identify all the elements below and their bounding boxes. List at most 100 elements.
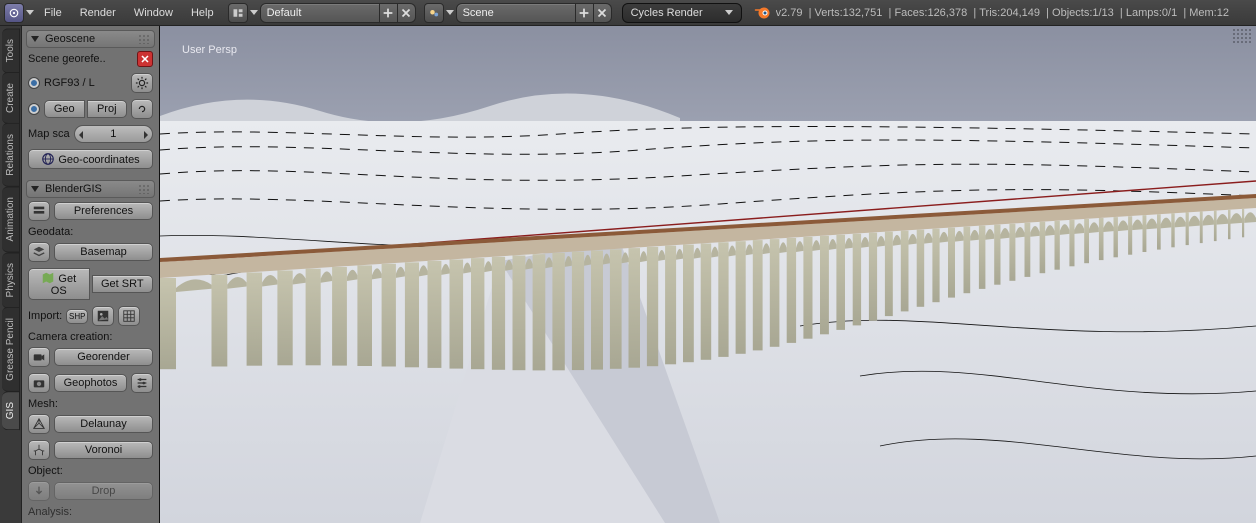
layout-delete-button[interactable] xyxy=(398,3,416,23)
viewport-3d[interactable]: User Persp xyxy=(160,26,1256,523)
editor-type-icon[interactable] xyxy=(4,3,24,23)
viewport-render xyxy=(160,26,1256,523)
geophotos-icon-button[interactable] xyxy=(28,373,50,393)
image-icon xyxy=(96,309,110,323)
crs-label: RGF93 / L xyxy=(44,77,127,89)
layout-field-group: Default xyxy=(260,3,416,23)
scene-browse-icon[interactable] xyxy=(424,3,444,23)
voronoi-button[interactable]: Voronoi xyxy=(54,441,153,459)
basemap-button[interactable]: Basemap xyxy=(54,243,153,261)
crs-settings-button[interactable] xyxy=(131,73,153,93)
section-title: Geoscene xyxy=(45,33,95,45)
section-header-blendergis[interactable]: BlenderGIS xyxy=(26,180,155,198)
sliders-icon xyxy=(135,376,149,390)
map-scale-value: 1 xyxy=(110,128,116,140)
geodata-label: Geodata: xyxy=(26,224,155,239)
viewport-label: User Persp xyxy=(182,44,237,56)
geocoordinates-button[interactable]: Geo-coordinates xyxy=(28,149,153,169)
voronoi-icon-button[interactable] xyxy=(28,440,50,460)
menu-window[interactable]: Window xyxy=(126,0,181,26)
layout-add-button[interactable] xyxy=(380,3,398,23)
render-engine-select[interactable]: Cycles Render xyxy=(622,3,742,23)
tab-relations[interactable]: Relations xyxy=(2,123,20,187)
tab-animation[interactable]: Animation xyxy=(2,186,20,252)
menu-file[interactable]: File xyxy=(36,0,70,26)
get-osm-button[interactable]: Get OS xyxy=(28,268,90,300)
header-stats: v2.79 | Verts:132,751 | Faces:126,378 | … xyxy=(776,7,1229,19)
get-srtm-button[interactable]: Get SRT xyxy=(92,275,154,293)
mesh-voronoi-icon xyxy=(32,443,46,457)
tab-gis[interactable]: GIS xyxy=(2,391,20,430)
proj-button[interactable]: Proj xyxy=(87,100,128,118)
geocoordinates-label: Geo-coordinates xyxy=(58,154,139,166)
blender-logo-icon xyxy=(754,5,770,21)
tool-tabs: Tools Create Relations Animation Physics… xyxy=(0,26,22,523)
info-header: File Render Window Help Default Scene Cy… xyxy=(0,0,1256,26)
geophotos-button[interactable]: Geophotos xyxy=(54,374,127,392)
stat-tris: Tris:204,149 xyxy=(979,7,1040,19)
section-title: BlenderGIS xyxy=(45,183,102,195)
map-scale-label: Map sca xyxy=(28,128,70,140)
geo-button[interactable]: Geo xyxy=(44,100,85,118)
section-header-geoscene[interactable]: Geoscene xyxy=(26,30,155,48)
scene-field-group: Scene xyxy=(456,3,612,23)
scene-add-button[interactable] xyxy=(576,3,594,23)
disclosure-triangle-icon xyxy=(31,36,39,42)
map-scale-field[interactable]: 1 xyxy=(74,125,153,143)
drop-button: Drop xyxy=(54,482,153,500)
viewport-split-grip[interactable] xyxy=(1232,28,1252,44)
globe-icon xyxy=(41,152,55,166)
basemap-icon-button[interactable] xyxy=(28,242,50,262)
import-osm-button[interactable] xyxy=(118,306,140,326)
stat-lamps: Lamps:0/1 xyxy=(1126,7,1177,19)
tab-tools[interactable]: Tools xyxy=(2,28,20,73)
import-raster-button[interactable] xyxy=(92,306,114,326)
georender-button[interactable]: Georender xyxy=(54,348,153,366)
render-engine-label: Cycles Render xyxy=(631,7,703,19)
delaunay-icon-button[interactable] xyxy=(28,414,50,434)
grid-icon xyxy=(122,309,136,323)
delaunay-button[interactable]: Delaunay xyxy=(54,415,153,433)
grip-icon xyxy=(138,184,150,194)
drop-icon xyxy=(32,484,46,498)
link-button[interactable] xyxy=(131,99,153,119)
scene-georef-label: Scene georefe.. xyxy=(28,53,133,65)
chevron-down-icon xyxy=(26,10,34,15)
stat-mem: Mem:12 xyxy=(1189,7,1229,19)
drop-icon-button xyxy=(28,481,50,501)
mesh-label: Mesh: xyxy=(26,396,155,411)
import-label: Import: xyxy=(28,310,62,322)
stat-objects: Objects:1/13 xyxy=(1052,7,1114,19)
crs-radio[interactable] xyxy=(28,77,40,89)
analysis-label: Analysis: xyxy=(26,504,155,519)
tab-create[interactable]: Create xyxy=(2,72,20,124)
tab-grease-pencil[interactable]: Grease Pencil xyxy=(2,307,20,392)
map-icon xyxy=(41,271,55,285)
mesh-triangulate-icon xyxy=(32,417,46,431)
mode-radio[interactable] xyxy=(28,103,40,115)
stat-faces: Faces:126,378 xyxy=(894,7,967,19)
menu-render[interactable]: Render xyxy=(72,0,124,26)
scene-delete-button[interactable] xyxy=(594,3,612,23)
georender-icon-button[interactable] xyxy=(28,347,50,367)
preferences-button[interactable]: Preferences xyxy=(54,202,153,220)
geophotos-settings-button[interactable] xyxy=(131,373,153,393)
tab-physics[interactable]: Physics xyxy=(2,252,20,308)
tool-panel: Geoscene Scene georefe.. ✕ RGF93 / L Geo… xyxy=(22,26,160,523)
scene-field[interactable]: Scene xyxy=(456,3,576,23)
layers-icon xyxy=(32,245,46,259)
camera-creation-label: Camera creation: xyxy=(26,329,155,344)
import-shp-button[interactable]: SHP xyxy=(66,309,88,324)
disclosure-triangle-icon xyxy=(31,186,39,192)
screen-browse-icon[interactable] xyxy=(228,3,248,23)
object-label: Object: xyxy=(26,463,155,478)
section-geoscene: Geoscene Scene georefe.. ✕ RGF93 / L Geo… xyxy=(26,30,155,172)
prefs-icon-button[interactable] xyxy=(28,201,50,221)
georef-clear-button[interactable]: ✕ xyxy=(137,51,153,67)
photo-camera-icon xyxy=(32,376,46,390)
menu-help[interactable]: Help xyxy=(183,0,222,26)
layout-field[interactable]: Default xyxy=(260,3,380,23)
camera-icon xyxy=(32,350,46,364)
stat-verts: Verts:132,751 xyxy=(815,7,883,19)
chevron-down-icon xyxy=(446,10,454,15)
